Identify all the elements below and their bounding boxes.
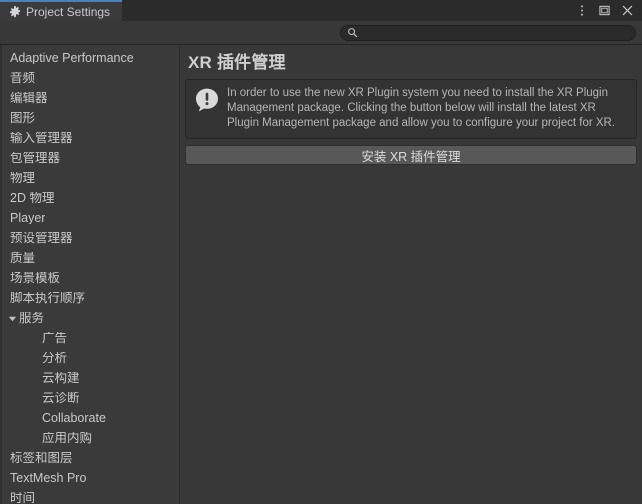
search-icon [347, 27, 358, 38]
sidebar-item[interactable]: TextMesh Pro [2, 468, 179, 488]
sidebar-item-label: 脚本执行顺序 [10, 291, 86, 305]
sidebar-item-label: 输入管理器 [10, 131, 73, 145]
sidebar-item[interactable]: 标签和图层 [2, 448, 179, 468]
sidebar-item-label: 包管理器 [10, 151, 61, 165]
kebab-menu-icon[interactable] [575, 4, 588, 17]
warning-icon [194, 87, 220, 113]
sidebar-item[interactable]: 应用内购 [2, 428, 179, 448]
sidebar-item[interactable]: 脚本执行顺序 [2, 288, 179, 308]
sidebar-item-label: 编辑器 [10, 91, 48, 105]
search-box[interactable] [340, 24, 636, 41]
tab-label: Project Settings [26, 4, 111, 19]
sidebar-item-label: 云诊断 [42, 391, 80, 405]
sidebar-item[interactable]: 预设管理器 [2, 228, 179, 248]
window-tabbar: Project Settings [0, 0, 642, 21]
sidebar-item[interactable]: 云诊断 [2, 388, 179, 408]
sidebar-item-label: 场景模板 [10, 271, 61, 285]
sidebar-item[interactable]: Adaptive Performance [2, 48, 179, 68]
sidebar-item-label: 云构建 [42, 371, 80, 385]
sidebar-item[interactable]: 质量 [2, 248, 179, 268]
sidebar-item[interactable]: 图形 [2, 108, 179, 128]
window-controls [575, 0, 642, 21]
sidebar-item[interactable]: Collaborate [2, 408, 179, 428]
sidebar-item[interactable]: 广告 [2, 328, 179, 348]
tabbar-spacer [122, 0, 575, 21]
install-xr-plugin-management-button[interactable]: 安装 XR 插件管理 [185, 145, 637, 165]
sidebar-item[interactable]: 物理 [2, 168, 179, 188]
sidebar-item-label: 标签和图层 [10, 451, 73, 465]
sidebar-item[interactable]: 时间 [2, 488, 179, 504]
sidebar-item[interactable]: Player [2, 208, 179, 228]
sidebar-item[interactable]: 包管理器 [2, 148, 179, 168]
page-title: XR 插件管理 [188, 53, 286, 72]
gear-icon [9, 5, 21, 18]
settings-content: XR 插件管理 In order to use the new XR Plugi… [180, 45, 642, 504]
sidebar-item[interactable]: 音频 [2, 68, 179, 88]
tab-project-settings[interactable]: Project Settings [0, 0, 123, 21]
settings-body: Adaptive Performance 音频编辑器图形输入管理器包管理器物理 2D… [0, 45, 642, 504]
settings-toolbar [0, 21, 642, 45]
sidebar-item-label: 质量 [10, 251, 36, 265]
chevron-down-icon[interactable] [6, 314, 19, 323]
sidebar-item[interactable]: 场景模板 [2, 268, 179, 288]
settings-sidebar[interactable]: Adaptive Performance 音频编辑器图形输入管理器包管理器物理 2D… [0, 45, 180, 504]
maximize-icon[interactable] [598, 4, 611, 17]
sidebar-item-label: TextMesh Pro [10, 471, 87, 485]
helpbox-text: In order to use the new XR Plugin system… [227, 87, 616, 129]
sidebar-item-label: 广告 [42, 331, 68, 345]
helpbox: In order to use the new XR Plugin system… [185, 79, 637, 139]
sidebar-item-label: Adaptive Performance [10, 51, 134, 65]
close-icon[interactable] [621, 4, 634, 17]
sidebar-item-label: Collaborate [42, 411, 106, 425]
sidebar-item[interactable]: 云构建 [2, 368, 179, 388]
sidebar-item-label: Player [10, 211, 46, 225]
sidebar-item[interactable]: 编辑器 [2, 88, 179, 108]
sidebar-item[interactable]: 分析 [2, 348, 179, 368]
sidebar-item[interactable]: 输入管理器 [2, 128, 179, 148]
sidebar-item-label: 应用内购 [42, 431, 93, 445]
search-input[interactable] [358, 25, 629, 40]
sidebar-item[interactable]: 服务 [2, 308, 179, 328]
sidebar-item-label: 服务 [19, 311, 45, 325]
sidebar-item-label: 分析 [42, 351, 68, 365]
sidebar-item-label: 预设管理器 [10, 231, 73, 245]
sidebar-item-label: 2D 物理 [10, 191, 55, 205]
project-settings-window: Project Settings Adaptive Performance 音频… [0, 0, 642, 504]
sidebar-item-label: 物理 [10, 171, 36, 185]
sidebar-item-label: 音频 [10, 71, 36, 85]
sidebar-item[interactable]: 2D 物理 [2, 188, 179, 208]
sidebar-item-label: 图形 [10, 111, 36, 125]
sidebar-item-label: 时间 [10, 491, 36, 504]
